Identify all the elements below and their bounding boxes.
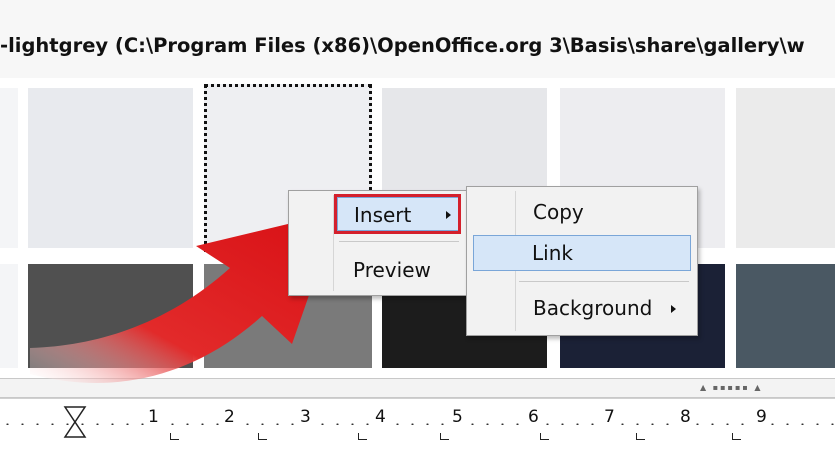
ruler-number: 2 (222, 407, 237, 427)
menu-item-preview[interactable]: Preview (337, 253, 461, 287)
ruler-tab-stop[interactable] (258, 433, 267, 440)
ruler-number: 7 (602, 407, 617, 427)
gallery-thumb[interactable] (28, 88, 193, 248)
gallery-thumb[interactable] (28, 264, 193, 368)
splitter-bar[interactable]: ▲ ▪▪▪▪▪ ▲ (0, 378, 835, 398)
submenu-arrow-icon (671, 305, 676, 313)
menu-separator (339, 241, 459, 242)
ruler-number: 5 (450, 407, 465, 427)
gallery-thumb[interactable] (736, 264, 835, 368)
ruler-number: 9 (754, 407, 769, 427)
menu-item-copy[interactable]: Copy (517, 195, 689, 229)
menu-item-label: Link (532, 241, 573, 265)
splitter-grip-icon[interactable]: ▲ ▪▪▪▪▪ ▲ (700, 384, 770, 392)
insert-submenu: Copy Link Background (466, 186, 698, 336)
horizontal-ruler[interactable]: 1 2 3 4 5 6 7 8 9 (0, 398, 835, 455)
ruler-tab-stop[interactable] (358, 433, 367, 440)
gallery-thumb[interactable] (0, 264, 18, 368)
ruler-tab-stop[interactable] (636, 433, 645, 440)
ruler-number: 8 (678, 407, 693, 427)
hourglass-indent-icon[interactable] (62, 405, 88, 439)
ruler-number: 6 (526, 407, 541, 427)
annotation-highlight-box (334, 194, 461, 234)
ruler-number: 1 (146, 407, 161, 427)
ruler-tab-stop[interactable] (540, 433, 549, 440)
menu-item-link[interactable]: Link (473, 235, 691, 271)
window-title-bar: -lightgrey (C:\Program Files (x86)\OpenO… (0, 0, 835, 78)
gallery-thumb[interactable] (736, 88, 835, 248)
ruler-tab-stop[interactable] (170, 433, 179, 440)
ruler-number: 3 (298, 407, 313, 427)
window-title: -lightgrey (C:\Program Files (x86)\OpenO… (0, 34, 805, 57)
menu-item-label: Copy (533, 200, 584, 224)
ruler-tab-stop[interactable] (440, 433, 449, 440)
ruler-ticks (0, 423, 835, 425)
ruler-tab-stop[interactable] (732, 433, 741, 440)
menu-item-label: Background (533, 296, 653, 320)
menu-item-background[interactable]: Background (517, 291, 689, 325)
menu-item-label: Preview (353, 258, 431, 282)
gallery-thumb[interactable] (0, 88, 18, 248)
ruler-number: 4 (373, 407, 388, 427)
menu-separator (519, 281, 689, 282)
